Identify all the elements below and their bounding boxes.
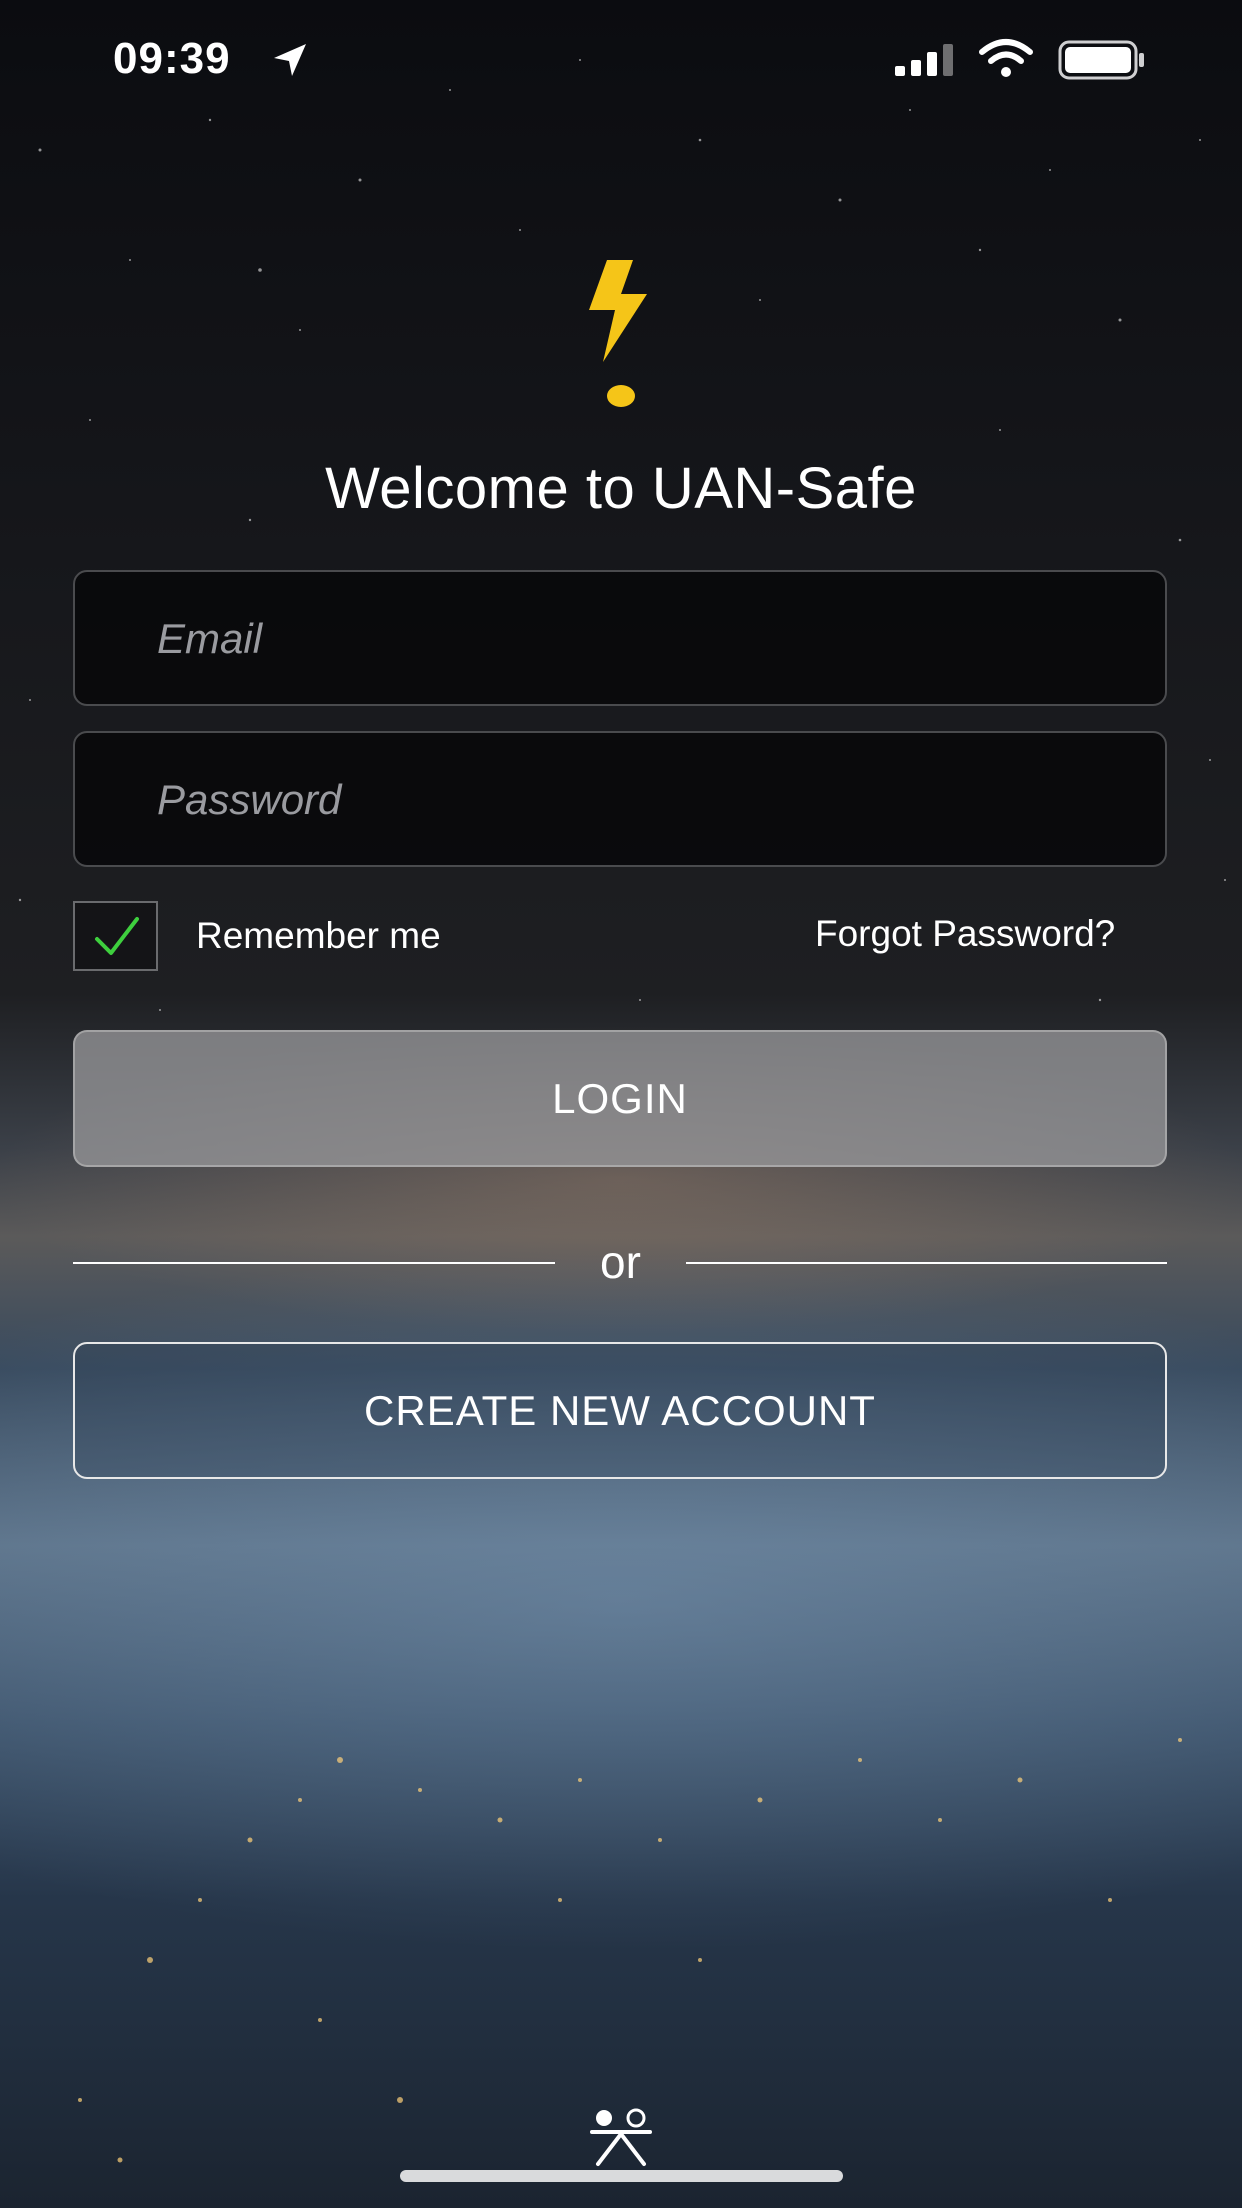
forgot-password-link[interactable]: Forgot Password?	[815, 913, 1115, 955]
remember-me-checkbox[interactable]	[73, 901, 158, 971]
wifi-icon	[979, 39, 1033, 77]
battery-icon	[1058, 40, 1144, 80]
login-button[interactable]: LOGIN	[73, 1030, 1167, 1167]
email-field[interactable]	[73, 570, 1167, 706]
status-bar: 09:39	[0, 0, 1242, 120]
cellular-signal-icon	[895, 44, 953, 76]
or-divider-text: or	[600, 1236, 641, 1288]
remember-me-label[interactable]: Remember me	[196, 915, 441, 957]
lightning-exclamation-icon	[589, 260, 647, 407]
create-account-button[interactable]: CREATE NEW ACCOUNT	[73, 1342, 1167, 1479]
people-figure-icon	[590, 2108, 652, 2166]
status-time: 09:39	[113, 34, 231, 83]
location-arrow-icon	[274, 44, 306, 76]
checkmark-icon	[95, 917, 139, 955]
email-input[interactable]	[155, 572, 1139, 706]
password-input[interactable]	[155, 733, 1139, 867]
welcome-title: Welcome to UAN-Safe	[325, 456, 917, 521]
divider-line-left	[73, 1262, 555, 1264]
password-field[interactable]	[73, 731, 1167, 867]
divider-line-right	[686, 1262, 1167, 1264]
home-indicator[interactable]	[400, 2170, 843, 2182]
